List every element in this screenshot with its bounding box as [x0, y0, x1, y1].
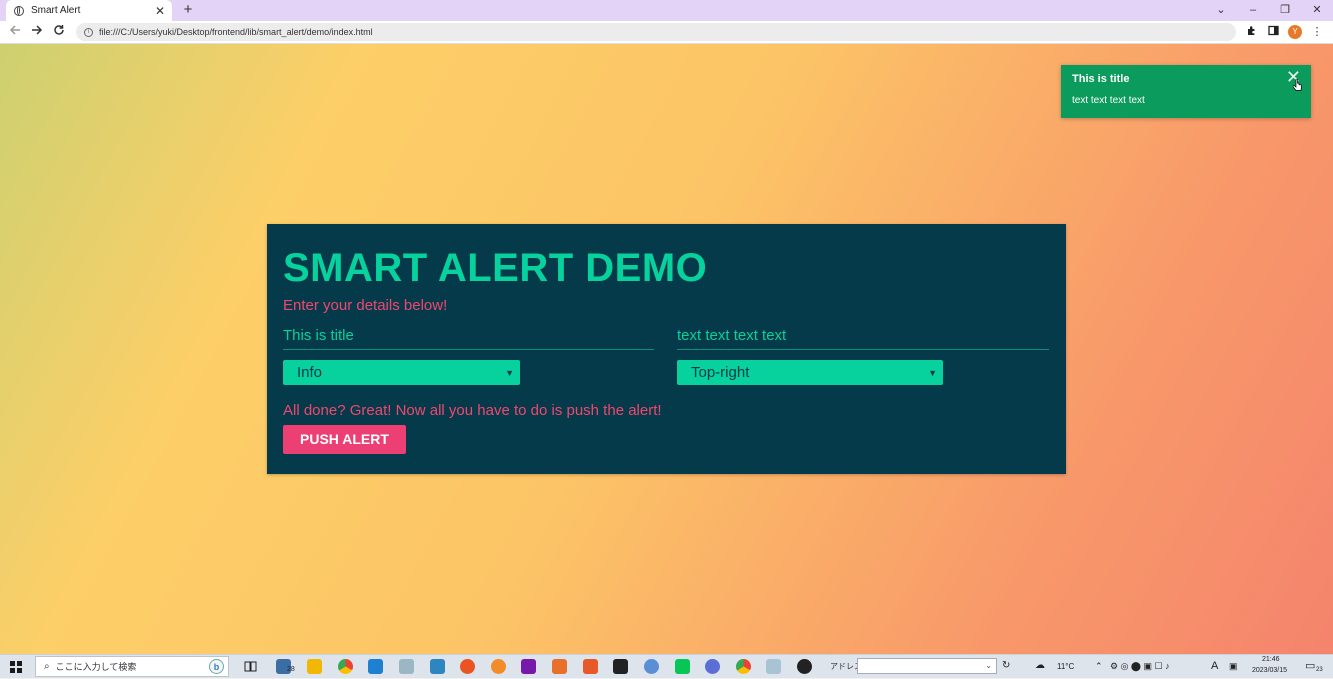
alert-type-select[interactable]: Info ▼ — [283, 360, 520, 385]
page-title: SMART ALERT DEMO — [283, 246, 708, 290]
toast-title: This is title — [1072, 73, 1130, 85]
weather-icon[interactable]: ☁ — [1035, 660, 1045, 671]
file-explorer-icon[interactable] — [307, 659, 322, 674]
mouse-cursor-icon — [1293, 79, 1302, 91]
chevron-down-icon: ▼ — [928, 367, 937, 378]
forward-icon[interactable] — [29, 24, 45, 40]
url-text: file:///C:/Users/yuki/Desktop/frontend/l… — [99, 27, 373, 37]
window-close-button[interactable]: ✕ — [1307, 2, 1327, 18]
app-icon[interactable] — [797, 659, 812, 674]
subtitle: Enter your details below! — [283, 297, 448, 314]
vscode-icon[interactable] — [368, 659, 383, 674]
minimize-button[interactable]: – — [1243, 2, 1263, 18]
onenote-icon[interactable] — [521, 659, 536, 674]
alert-type-value: Info — [297, 364, 323, 381]
terminal-icon[interactable] — [613, 659, 628, 674]
app-icon[interactable] — [644, 659, 659, 674]
profile-avatar[interactable]: Y — [1288, 25, 1302, 39]
tray-icons: ⚙ ◎ ⬤ ▣ ☐ ♪ — [1110, 661, 1170, 671]
app-icon[interactable] — [552, 659, 567, 674]
toast-text: text text text text — [1072, 95, 1145, 106]
input-row — [283, 322, 1050, 356]
title-input[interactable] — [283, 322, 654, 350]
app-icon[interactable] — [766, 659, 781, 674]
temperature: 11°C — [1057, 662, 1075, 671]
ubuntu-icon[interactable] — [460, 659, 475, 674]
globe-icon — [14, 5, 24, 16]
extensions-icon[interactable] — [1244, 25, 1258, 39]
app-icon[interactable] — [705, 659, 720, 674]
mail-badge: 28 — [287, 666, 295, 673]
tab-close-icon[interactable]: ✕ — [154, 4, 166, 18]
tray-chevron-up-icon[interactable]: ⌃ — [1095, 661, 1103, 672]
task-view-icon[interactable] — [243, 659, 258, 674]
notification-badge: 23 — [1316, 667, 1323, 673]
demo-card: SMART ALERT DEMO Enter your details belo… — [267, 224, 1066, 474]
restore-button[interactable]: ❐ — [1275, 2, 1295, 18]
address-bar[interactable]: i file:///C:/Users/yuki/Desktop/frontend… — [76, 23, 1236, 41]
ime-icon[interactable]: ▣ — [1229, 661, 1238, 672]
search-placeholder: ここに入力して検索 — [55, 662, 137, 672]
ime-indicator[interactable]: A — [1211, 660, 1218, 672]
windows-start-icon[interactable] — [10, 661, 22, 673]
alert-position-select[interactable]: Top-right ▼ — [677, 360, 943, 385]
chevron-down-icon: ▼ — [505, 367, 514, 378]
app-icon[interactable] — [491, 659, 506, 674]
refresh-icon[interactable]: ↻ — [1002, 660, 1010, 671]
smart-alert-toast: This is title text text text text ✕ — [1061, 65, 1311, 118]
instruction-text: All done? Great! Now all you have to do … — [283, 402, 662, 419]
site-info-icon[interactable]: i — [84, 27, 93, 37]
new-tab-button[interactable]: + — [180, 1, 196, 19]
app-icon[interactable] — [583, 659, 598, 674]
notification-icon[interactable]: ▭ — [1305, 659, 1315, 672]
tab-title: Smart Alert — [31, 5, 81, 16]
select-row: Info ▼ Top-right ▼ — [283, 360, 1050, 386]
reload-icon[interactable] — [51, 24, 67, 40]
chrome-icon[interactable] — [338, 659, 353, 674]
taskbar-search-input[interactable]: ⌕ ここに入力して検索 b — [35, 656, 229, 677]
push-alert-button[interactable]: PUSH ALERT — [283, 425, 406, 454]
text-input[interactable] — [677, 322, 1049, 350]
search-icon: ⌕ — [44, 661, 50, 672]
side-panel-icon[interactable] — [1266, 25, 1280, 39]
menu-kebab-icon[interactable]: ⋮ — [1310, 25, 1324, 39]
chrome-icon[interactable] — [736, 659, 751, 674]
app-icon[interactable] — [430, 659, 445, 674]
bing-icon[interactable]: b — [209, 659, 224, 674]
alert-position-value: Top-right — [691, 364, 750, 381]
address-toolbar-input[interactable]: ⌄ — [857, 658, 997, 674]
clock-date: 2023/03/15 — [1252, 667, 1288, 674]
tab-search-icon[interactable]: ⌄ — [1211, 2, 1231, 18]
back-icon[interactable] — [7, 24, 23, 40]
tab-strip: Smart Alert ✕ + ⌄ – ❐ ✕ — [0, 0, 1333, 21]
tab-smart-alert[interactable]: Smart Alert ✕ — [6, 0, 172, 21]
app-icon[interactable] — [399, 659, 414, 674]
page-background: This is title text text text text ✕ SMAR… — [0, 44, 1333, 654]
line-icon[interactable] — [675, 659, 690, 674]
taskbar: ⌕ ここに入力して検索 b 28 アドレス ⌄ ↻ ☁ 11°C ⌃ ⚙ ◎ ⬤… — [0, 654, 1333, 678]
browser-toolbar: i file:///C:/Users/yuki/Desktop/frontend… — [0, 21, 1333, 44]
clock-time: 21:46 — [1262, 656, 1280, 663]
